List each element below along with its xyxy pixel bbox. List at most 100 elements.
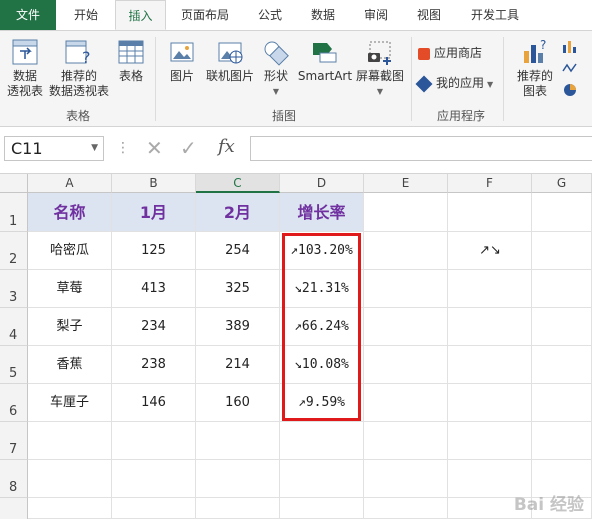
table-cell[interactable]: 238 (112, 346, 196, 384)
tab-review[interactable]: 审阅 (352, 0, 400, 30)
cell-g2[interactable] (532, 232, 592, 270)
screenshot-button[interactable]: 屏幕截图 ▼ (354, 37, 406, 99)
cell-c9[interactable] (196, 498, 280, 519)
line-chart-icon[interactable] (562, 61, 578, 75)
table-cell[interactable]: 车厘子 (28, 384, 112, 422)
tab-insert[interactable]: 插入 (115, 0, 166, 30)
column-header-d[interactable]: D (280, 174, 364, 193)
app-store-button[interactable]: 应用商店 (418, 43, 482, 63)
pivot-table-button[interactable]: 数据 透视表 (4, 37, 46, 99)
recommended-charts-button[interactable]: ? 推荐的 图表 (512, 37, 558, 99)
column-header-f[interactable]: F (448, 174, 532, 193)
shapes-button[interactable]: 形状 ▼ (258, 37, 294, 99)
cancel-icon[interactable]: ✕ (146, 136, 163, 160)
table-cell[interactable]: 325 (196, 270, 280, 308)
cell-d7[interactable] (280, 422, 364, 460)
insert-function-icon[interactable]: fx (218, 136, 235, 157)
table-cell[interactable]: 哈密瓜 (28, 232, 112, 270)
row-header[interactable] (0, 498, 28, 519)
cell-f7[interactable] (448, 422, 532, 460)
formula-input[interactable] (250, 136, 592, 161)
chevron-down-icon[interactable]: ▼ (91, 137, 98, 160)
cell-e8[interactable] (364, 460, 448, 498)
table-cell[interactable]: 125 (112, 232, 196, 270)
table-cell[interactable]: 香蕉 (28, 346, 112, 384)
tab-home[interactable]: 开始 (62, 0, 110, 30)
cell-g3[interactable] (532, 270, 592, 308)
row-header[interactable]: 8 (0, 460, 28, 498)
growth-rate-cell[interactable]: ↘10.08% (280, 346, 364, 384)
cell-g4[interactable] (532, 308, 592, 346)
cell-f2[interactable]: ↗↘ (448, 232, 532, 270)
row-header[interactable]: 6 (0, 384, 28, 422)
table-cell[interactable]: 389 (196, 308, 280, 346)
cell-f1[interactable] (448, 193, 532, 232)
cell-e1[interactable] (364, 193, 448, 232)
cell-g6[interactable] (532, 384, 592, 422)
column-chart-icon[interactable] (562, 39, 578, 53)
cell-e7[interactable] (364, 422, 448, 460)
row-header[interactable]: 3 (0, 270, 28, 308)
tab-file[interactable]: 文件 (0, 0, 56, 30)
row-header[interactable]: 1 (0, 193, 28, 232)
row-header[interactable]: 4 (0, 308, 28, 346)
table-cell[interactable]: 草莓 (28, 270, 112, 308)
column-header-b[interactable]: B (112, 174, 196, 193)
cell-e9[interactable] (364, 498, 448, 519)
growth-rate-cell[interactable]: ↘21.31% (280, 270, 364, 308)
row-header[interactable]: 7 (0, 422, 28, 460)
cell-c8[interactable] (196, 460, 280, 498)
table-cell[interactable]: 214 (196, 346, 280, 384)
tab-developer[interactable]: 开发工具 (462, 0, 528, 30)
table-cell[interactable]: 413 (112, 270, 196, 308)
drag-handle-icon[interactable]: ⋮ (116, 140, 130, 156)
row-header[interactable]: 2 (0, 232, 28, 270)
cell-e3[interactable] (364, 270, 448, 308)
recommended-pivot-button[interactable]: ? 推荐的 数据透视表 (48, 37, 110, 99)
cell-g1[interactable] (532, 193, 592, 232)
column-header-a[interactable]: A (28, 174, 112, 193)
cell-f6[interactable] (448, 384, 532, 422)
growth-rate-cell[interactable]: ↗9.59% (280, 384, 364, 422)
table-header-cell[interactable]: 1月 (112, 193, 196, 232)
row-header[interactable]: 5 (0, 346, 28, 384)
growth-rate-cell[interactable]: ↗66.24% (280, 308, 364, 346)
growth-rate-cell[interactable]: ↗103.20% (280, 232, 364, 270)
cell-d8[interactable] (280, 460, 364, 498)
table-cell[interactable]: 梨子 (28, 308, 112, 346)
table-button[interactable]: 表格 (114, 37, 148, 84)
picture-button[interactable]: 图片 (162, 37, 202, 84)
name-box[interactable]: C11 ▼ (4, 136, 104, 161)
table-header-cell[interactable]: 名称 (28, 193, 112, 232)
cell-a8[interactable] (28, 460, 112, 498)
table-cell[interactable]: 160 (196, 384, 280, 422)
tab-data[interactable]: 数据 (299, 0, 347, 30)
smartart-button[interactable]: SmartArt (296, 37, 354, 84)
cell-f5[interactable] (448, 346, 532, 384)
cell-d9[interactable] (280, 498, 364, 519)
cell-a7[interactable] (28, 422, 112, 460)
select-all-corner[interactable] (0, 174, 28, 193)
tab-view[interactable]: 视图 (405, 0, 453, 30)
cell-e5[interactable] (364, 346, 448, 384)
cell-f4[interactable] (448, 308, 532, 346)
cell-b8[interactable] (112, 460, 196, 498)
enter-icon[interactable]: ✓ (180, 136, 197, 160)
cell-e4[interactable] (364, 308, 448, 346)
cell-g7[interactable] (532, 422, 592, 460)
cell-b7[interactable] (112, 422, 196, 460)
table-cell[interactable]: 234 (112, 308, 196, 346)
column-header-c[interactable]: C (196, 174, 280, 193)
my-apps-button[interactable]: 我的应用 ▼ (415, 73, 493, 93)
cell-f3[interactable] (448, 270, 532, 308)
table-header-cell[interactable]: 2月 (196, 193, 280, 232)
cell-g5[interactable] (532, 346, 592, 384)
tab-page-layout[interactable]: 页面布局 (172, 0, 238, 30)
cell-a9[interactable] (28, 498, 112, 519)
column-header-g[interactable]: G (532, 174, 592, 193)
tab-formulas[interactable]: 公式 (246, 0, 294, 30)
cell-b9[interactable] (112, 498, 196, 519)
online-picture-button[interactable]: 联机图片 (203, 37, 257, 84)
cell-c7[interactable] (196, 422, 280, 460)
table-header-cell[interactable]: 增长率 (280, 193, 364, 232)
